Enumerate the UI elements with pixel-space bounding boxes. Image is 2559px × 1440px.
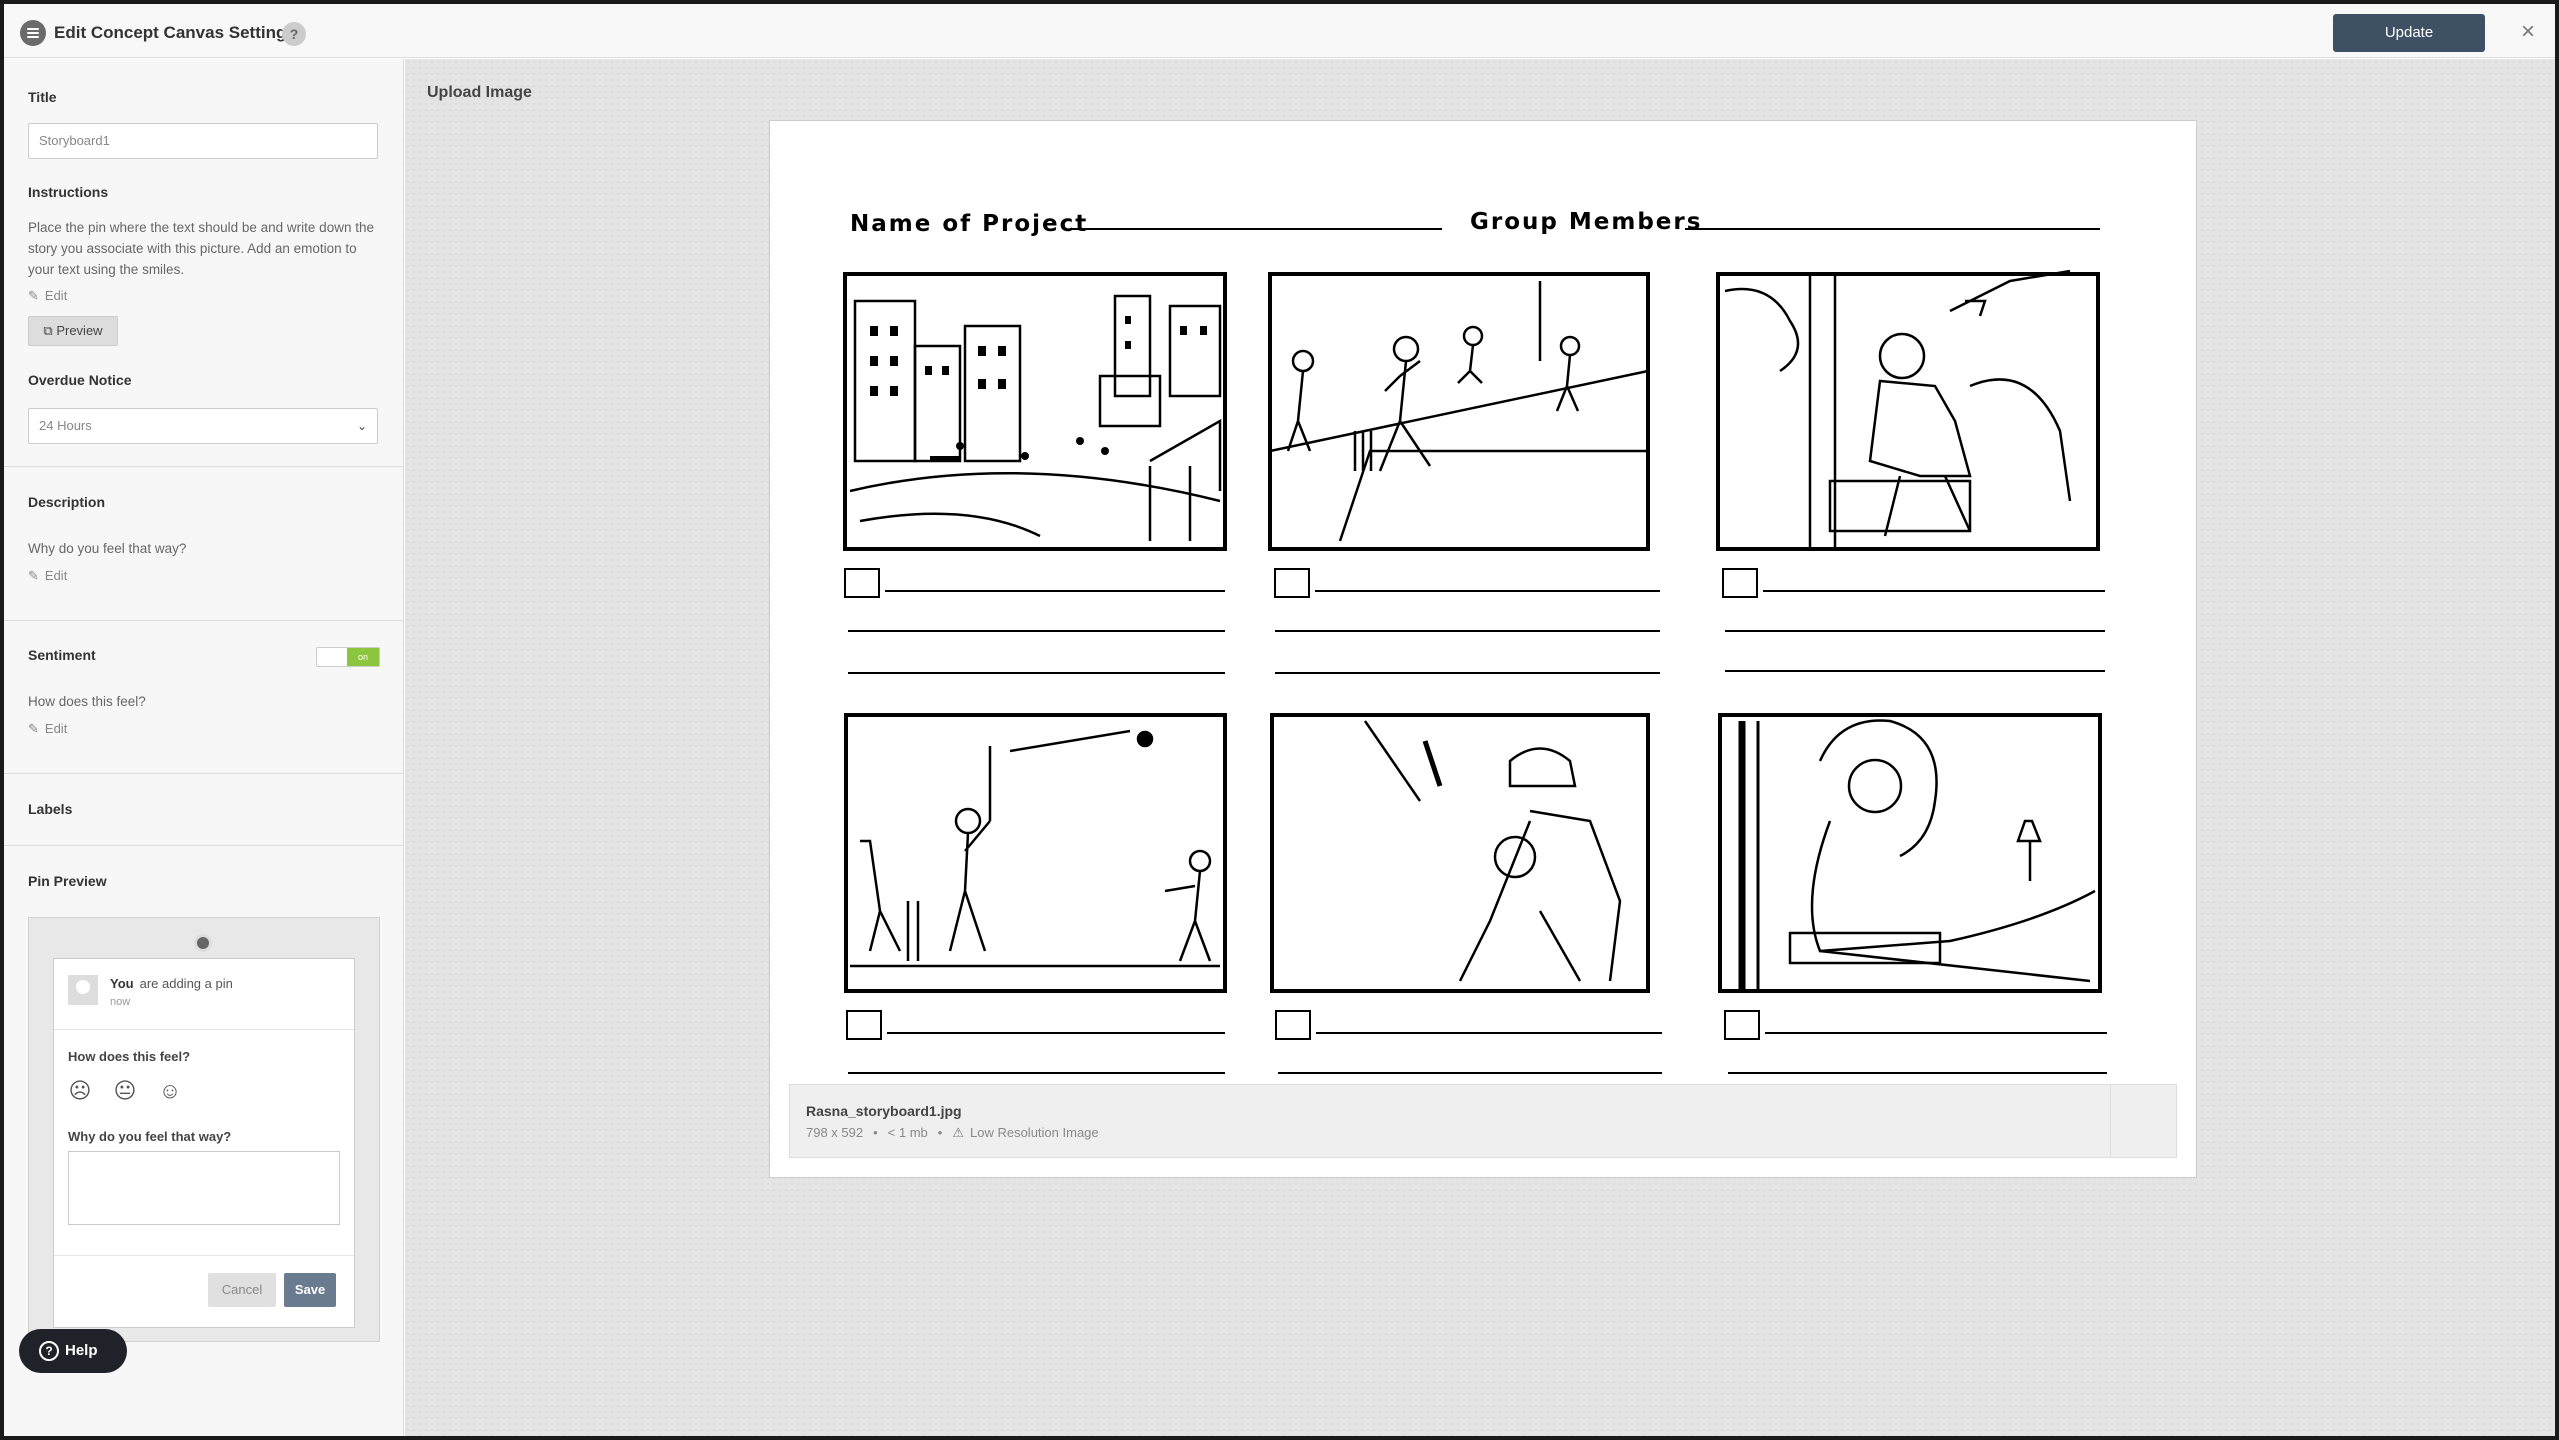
close-icon[interactable]: × <box>2516 20 2540 44</box>
overdue-notice-label: Overdue Notice <box>28 372 132 388</box>
divider <box>54 1029 354 1030</box>
pin-question-feel: How does this feel? <box>68 1049 191 1064</box>
cancel-button[interactable]: Cancel <box>208 1273 276 1307</box>
pin-text-area[interactable] <box>68 1151 340 1225</box>
low-resolution-warning: Low Resolution Image <box>970 1125 1099 1140</box>
uploaded-image[interactable]: Name of Project Group Members <box>769 120 2197 1178</box>
project-label: Name of Project <box>850 211 1088 237</box>
pin-marker-icon <box>194 934 212 952</box>
file-dimensions: 798 x 592 <box>806 1125 864 1140</box>
overdue-notice-value: 24 Hours <box>39 418 92 433</box>
help-button[interactable]: ? Help <box>19 1329 127 1373</box>
pin-time: now <box>110 996 131 1008</box>
save-button[interactable]: Save <box>284 1273 336 1307</box>
pin-question-why: Why do you feel that way? <box>68 1129 232 1144</box>
pencil-icon: ✎ <box>28 288 39 303</box>
file-name: Rasna_storyboard1.jpg <box>806 1103 962 1119</box>
description-label: Description <box>28 494 106 510</box>
file-meta: 798 x 592 • < 1 mb • ⚠ Low Resolution Image <box>806 1125 1099 1140</box>
members-label: Group Members <box>1470 209 1702 235</box>
divider <box>4 620 404 621</box>
divider <box>4 466 404 467</box>
description-edit-link[interactable]: ✎ Edit <box>28 568 67 584</box>
divider <box>4 773 404 774</box>
divider <box>4 845 404 846</box>
warning-icon: ⚠ <box>952 1125 964 1140</box>
help-label: Help <box>65 1342 98 1359</box>
instructions-edit-link[interactable]: ✎ Edit <box>28 288 67 304</box>
neutral-face-icon[interactable]: 😐︎ <box>113 1079 137 1103</box>
pencil-icon: ✎ <box>28 568 39 583</box>
divider <box>54 1255 354 1256</box>
title-input[interactable]: Storyboard1 <box>28 123 378 159</box>
preview-label: Preview <box>56 323 103 338</box>
description-text: Why do you feel that way? <box>28 541 187 556</box>
external-link-icon: ⧉ <box>43 323 53 338</box>
file-size: < 1 mb <box>887 1125 928 1140</box>
title-label: Title <box>28 89 57 105</box>
chat-bubble-icon <box>20 20 46 46</box>
edit-label: Edit <box>44 721 68 736</box>
settings-sidebar: Title Storyboard1 Instructions Place the… <box>4 59 404 1436</box>
file-actions[interactable] <box>2110 1085 2176 1157</box>
edit-label: Edit <box>44 288 68 303</box>
storyboard-sheet: Name of Project Group Members <box>843 209 2107 1074</box>
instructions-label: Instructions <box>28 184 109 200</box>
pin-card: You are adding a pin now How does this fe… <box>53 958 355 1328</box>
update-button[interactable]: Update <box>2333 14 2485 52</box>
instructions-text: Place the pin where the text should be a… <box>28 220 374 277</box>
help-question-icon[interactable]: ? <box>282 22 306 46</box>
header-bar: Edit Concept Canvas Settings ? Update × <box>4 4 2555 58</box>
sentiment-text: How does this feel? <box>28 694 146 709</box>
question-circle-icon: ? <box>39 1341 59 1361</box>
window: Edit Concept Canvas Settings ? Update × … <box>4 4 2555 1436</box>
pin-preview: You are adding a pin now How does this fe… <box>28 917 380 1342</box>
pin-preview-label: Pin Preview <box>28 873 107 889</box>
labels-label[interactable]: Labels <box>28 801 72 817</box>
upload-image-label: Upload Image <box>427 84 532 101</box>
sentiment-edit-link[interactable]: ✎ Edit <box>28 721 67 737</box>
pencil-icon: ✎ <box>28 721 39 736</box>
pin-user: You <box>110 976 134 991</box>
preview-button[interactable]: ⧉ Preview <box>28 316 118 346</box>
avatar <box>68 975 98 1005</box>
sentiment-toggle[interactable]: on <box>316 647 380 667</box>
chevron-down-icon: ⌄ <box>356 419 367 433</box>
pin-action: are adding a pin <box>139 976 233 991</box>
file-info-bar: Rasna_storyboard1.jpg 798 x 592 • < 1 mb • ⚠… <box>789 1084 2177 1158</box>
happy-face-icon[interactable]: ☺ <box>158 1079 182 1103</box>
page-title: Edit Concept Canvas Settings <box>54 23 296 42</box>
edit-label: Edit <box>44 568 68 583</box>
sentiment-label: Sentiment <box>28 647 96 663</box>
pin-author: You are adding a pin <box>110 976 233 991</box>
overdue-notice-select[interactable]: 24 Hours ⌄ <box>28 408 378 444</box>
sad-face-icon[interactable]: ☹ <box>68 1079 92 1103</box>
toggle-on-indicator: on <box>347 648 379 666</box>
